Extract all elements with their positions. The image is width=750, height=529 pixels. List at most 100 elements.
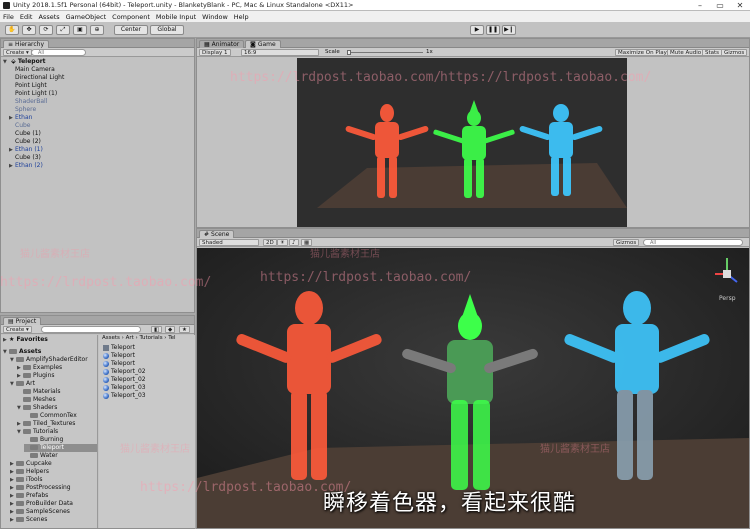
project-search-input[interactable] <box>41 326 141 333</box>
tab-hierarchy[interactable]: ≡ Hierarchy <box>3 40 50 48</box>
asset-item[interactable]: Teleport_03 <box>103 384 146 392</box>
tab-project[interactable]: ▤ Project <box>3 317 42 325</box>
step-icon[interactable]: ▶❙ <box>502 25 516 35</box>
hierarchy-item[interactable]: ShaderBall <box>15 98 47 106</box>
hierarchy-item-label: Cube (1) <box>15 130 41 137</box>
hierarchy-item[interactable]: Directional Light <box>15 74 64 82</box>
mute-audio-toggle[interactable]: Mute Audio <box>667 49 705 56</box>
project-folder-item[interactable]: ▶ Examples <box>17 364 97 372</box>
menu-file[interactable]: File <box>3 13 14 21</box>
aspect-dropdown[interactable]: 16:9 <box>241 49 319 56</box>
gizmos-toggle[interactable]: Gizmos <box>721 49 748 56</box>
menu-component[interactable]: Component <box>112 13 150 21</box>
transform-tool-icon[interactable]: ⊕ <box>90 25 104 35</box>
hierarchy-item[interactable]: Sphere <box>15 106 36 114</box>
project-folder-item[interactable]: ▼ Shaders <box>17 404 97 412</box>
favorite-star-icon[interactable]: ★ <box>179 326 190 333</box>
asset-item[interactable]: Teleport_02 <box>103 376 146 384</box>
project-folder-item[interactable]: Water <box>24 452 97 460</box>
hand-tool-icon[interactable]: ✋ <box>5 25 19 35</box>
tab-game[interactable]: ◙ Game <box>245 40 281 48</box>
menu-window[interactable]: Window <box>202 13 228 21</box>
hierarchy-search-input[interactable]: All <box>31 49 86 56</box>
project-folder-item[interactable]: ▶ ProBuilder Data <box>10 500 97 508</box>
filter-label-icon[interactable]: ◆ <box>165 326 176 333</box>
lighting-toggle-icon[interactable]: ☀ <box>277 239 288 246</box>
project-panel: ▤ Project Create ▾ ◧ ◆ ★ ▶ ★ Favorites ▼ As… <box>0 315 195 529</box>
scale-tool-icon[interactable]: ⤢ <box>56 25 70 35</box>
project-folder-item[interactable]: ▶ Helpers <box>10 468 97 476</box>
project-folder-item[interactable]: ▼ Tutorials <box>17 428 97 436</box>
hierarchy-item[interactable]: Point Light <box>15 82 47 90</box>
rotate-tool-icon[interactable]: ⟳ <box>39 25 53 35</box>
maximize-icon[interactable]: ▭ <box>710 0 730 11</box>
pause-icon[interactable]: ❚❚ <box>486 25 500 35</box>
hierarchy-create-button[interactable]: Create ▾ <box>3 49 32 56</box>
project-folder-item[interactable]: ▶ Prefabs <box>10 492 97 500</box>
hierarchy-item[interactable]: Cube (2) <box>15 138 41 146</box>
watermark-url-5: https://lrdpost.taobao.com/ <box>140 480 352 495</box>
hierarchy-item[interactable]: Cube <box>15 122 31 130</box>
project-create-button[interactable]: Create ▾ <box>3 326 32 333</box>
scene-gizmos-dropdown[interactable]: Gizmos <box>613 239 640 246</box>
expand-arrow-icon[interactable]: ▼ <box>3 58 9 66</box>
asset-item[interactable]: Teleport <box>103 352 135 360</box>
hierarchy-item[interactable]: Point Light (1) <box>15 90 57 98</box>
menu-gameobject[interactable]: GameObject <box>66 13 107 21</box>
menu-mobile-input[interactable]: Mobile Input <box>156 13 196 21</box>
project-folder-item[interactable]: ▶ Plugins <box>17 372 97 380</box>
project-folder-item[interactable]: ▶ SampleScenes <box>10 508 97 516</box>
mode-2d-toggle[interactable]: 2D <box>263 239 277 246</box>
menu-edit[interactable]: Edit <box>20 13 33 21</box>
stats-toggle[interactable]: Stats <box>702 49 723 56</box>
project-folder-item[interactable]: ▼ Art <box>10 380 97 388</box>
play-icon[interactable]: ▶ <box>470 25 484 35</box>
project-folder-item[interactable]: ▶ PostProcessing <box>10 484 97 492</box>
filter-type-icon[interactable]: ◧ <box>151 326 163 333</box>
favorites-header[interactable]: ▶ ★ Favorites <box>3 336 48 344</box>
project-folder-item[interactable]: ▼ AmplifyShaderEditor <box>10 356 97 364</box>
hierarchy-item[interactable]: ▶ Ethan <box>9 114 32 122</box>
project-folder-item[interactable]: ▶ Tiled_Textures <box>17 420 97 428</box>
project-folder-item[interactable]: ▶ Cupcake <box>10 460 97 468</box>
asset-item[interactable]: Teleport_03 <box>103 392 146 400</box>
menu-assets[interactable]: Assets <box>38 13 59 21</box>
audio-toggle-icon[interactable]: ♪ <box>289 239 299 246</box>
asset-item[interactable]: Teleport <box>103 344 135 352</box>
move-tool-icon[interactable]: ✥ <box>22 25 36 35</box>
pivot-center-button[interactable]: Center <box>114 25 148 35</box>
hierarchy-item[interactable]: Main Camera <box>15 66 55 74</box>
display-dropdown[interactable]: Display 1 <box>199 49 231 56</box>
minimize-icon[interactable]: – <box>690 0 710 11</box>
pivot-global-button[interactable]: Global <box>150 25 184 35</box>
rect-tool-icon[interactable]: ▣ <box>73 25 87 35</box>
hierarchy-item[interactable]: Cube (3) <box>15 154 41 162</box>
scene-root-teleport[interactable]: ▼ ⬙ Teleport <box>3 58 46 66</box>
menu-help[interactable]: Help <box>234 13 249 21</box>
hierarchy-item[interactable]: ▶ Ethan (2) <box>9 162 43 170</box>
breadcrumb[interactable]: Assets › Art › Tutorials › Tel <box>102 335 176 341</box>
shading-mode-dropdown[interactable]: Shaded <box>199 239 259 246</box>
project-folder-label: Cupcake <box>26 460 52 467</box>
folder-icon <box>16 461 24 466</box>
project-folder-item[interactable]: Teleport <box>24 444 97 452</box>
project-folder-item[interactable]: ▶ Scenes <box>10 516 97 524</box>
tab-animator[interactable]: ▦ Animator <box>199 40 245 48</box>
asset-item[interactable]: Teleport_02 <box>103 368 146 376</box>
maximize-on-play-toggle[interactable]: Maximize On Play <box>615 49 670 56</box>
project-folder-item[interactable]: Burning <box>24 436 97 444</box>
scene-search-input[interactable]: All <box>643 239 743 246</box>
scale-slider-handle[interactable] <box>347 50 351 55</box>
hierarchy-item[interactable]: ▶ Ethan (1) <box>9 146 43 154</box>
tab-scene[interactable]: # Scene <box>199 230 235 238</box>
hierarchy-item[interactable]: Cube (1) <box>15 130 41 138</box>
project-folder-item[interactable]: CommonTex <box>24 412 97 420</box>
persp-label[interactable]: Persp <box>719 295 736 302</box>
scale-slider[interactable] <box>347 52 423 53</box>
project-folder-item[interactable]: Meshes <box>17 396 97 404</box>
project-folder-item[interactable]: ▼ Assets <box>3 348 97 356</box>
project-folder-item[interactable]: ▶ iTools <box>10 476 97 484</box>
project-folder-item[interactable]: Materials <box>17 388 97 396</box>
asset-item[interactable]: Teleport <box>103 360 135 368</box>
close-icon[interactable]: ✕ <box>730 0 750 11</box>
